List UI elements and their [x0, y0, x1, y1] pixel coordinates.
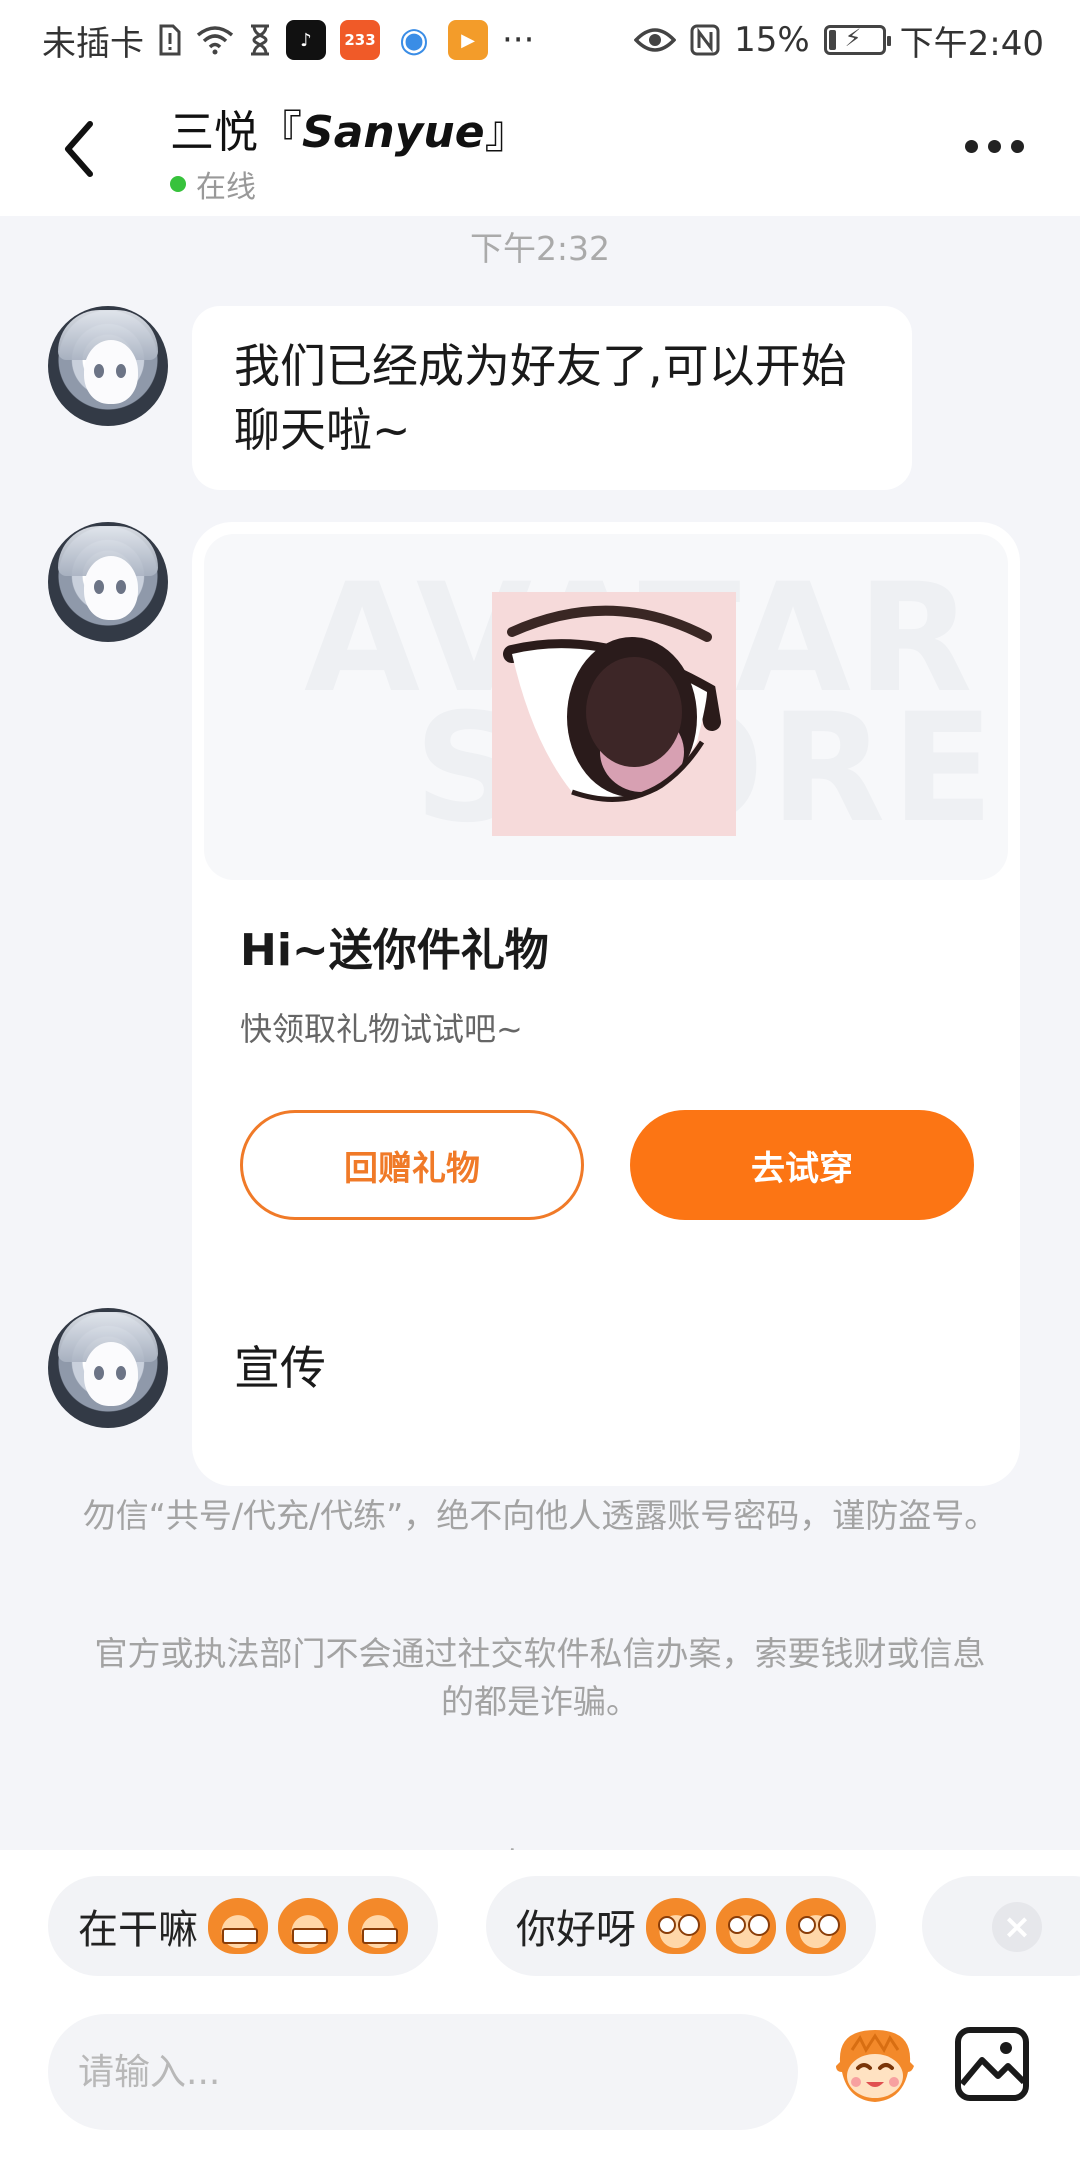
contact-name: 三悦『Sanyue』	[170, 96, 529, 160]
return-gift-button[interactable]: 回赠礼物	[240, 1110, 584, 1220]
more-dot-icon	[988, 140, 1001, 153]
surprised-monkey-emoji-icon	[786, 1898, 846, 1954]
gift-card-title: Hi~送你件礼物	[240, 925, 549, 976]
status-bar: 未插卡 ♪ 233 ◉ ▶ ··· 15% ⚡ 下午2:40	[0, 0, 1080, 80]
more-dot-icon	[1011, 140, 1024, 153]
gift-card-subtitle: 快领取礼物试试吧~	[240, 1010, 523, 1048]
grinning-monkey-emoji-icon	[348, 1898, 408, 1954]
quick-reply-bar: 在干嘛 你好呀 ×	[0, 1850, 1080, 1980]
message-bubble[interactable]: 宣传	[192, 1308, 368, 1428]
image-picker-icon[interactable]	[954, 2026, 1030, 2102]
input-bar	[0, 1980, 1080, 2160]
chat-area[interactable]: 下午2:32 我们已经成为好友了,可以开始聊天啦~ AVATAR STORE	[0, 216, 1080, 1850]
online-status-label: 在线	[196, 170, 256, 205]
message-timestamp: 下午2:40	[0, 1838, 1080, 1850]
contact-avatar[interactable]	[48, 306, 168, 426]
quick-reply-chip[interactable]: 在干嘛	[48, 1876, 438, 1976]
grinning-monkey-emoji-icon	[278, 1898, 338, 1954]
more-dot-icon	[965, 140, 978, 153]
overflow-notifications: ···	[502, 20, 535, 60]
carrier-text: 未插卡	[42, 23, 144, 64]
back-button[interactable]	[56, 116, 110, 182]
video-app-icon: ▶	[448, 20, 488, 60]
battery-icon: ⚡	[823, 24, 891, 55]
surprised-monkey-emoji-icon	[716, 1898, 776, 1954]
sim-alert-icon	[159, 24, 181, 56]
nfc-icon	[690, 24, 720, 56]
close-quick-replies-icon[interactable]: ×	[992, 1902, 1042, 1952]
wifi-icon	[196, 26, 234, 55]
tiktok-icon: ♪	[286, 20, 326, 60]
battery-percent: 15%	[734, 20, 810, 60]
message-timestamp: 下午2:32	[469, 229, 611, 268]
quick-reply-text: 你好呀	[516, 1907, 636, 1953]
emoji-picker-icon[interactable]	[830, 2020, 920, 2110]
quick-reply-chip[interactable]: 你好呀	[486, 1876, 876, 1976]
message-bubble[interactable]: 我们已经成为好友了,可以开始聊天啦~	[192, 306, 912, 490]
surprised-monkey-emoji-icon	[646, 1898, 706, 1954]
status-bar-right: 15% ⚡ 下午2:40	[634, 16, 1044, 65]
gift-preview: AVATAR STORE	[204, 534, 1008, 880]
try-on-button[interactable]: 去试穿	[630, 1110, 974, 1220]
233-app-icon: 233	[340, 20, 380, 60]
quick-reply-text: 在干嘛	[78, 1907, 198, 1953]
contact-avatar[interactable]	[48, 1308, 168, 1428]
gift-eye-image	[492, 592, 736, 836]
security-notice: 勿信“共号/代充/代练”，绝不向他人透露账号密码，谨防盗号。	[82, 1496, 998, 1535]
eye-comfort-icon	[634, 28, 677, 52]
contact-avatar[interactable]	[48, 522, 168, 642]
grinning-monkey-emoji-icon	[208, 1898, 268, 1954]
fraud-notice: 官方或执法部门不会通过社交软件私信办案，索要钱财或信息的都是诈骗。	[94, 1634, 986, 1721]
status-bar-left: 未插卡 ♪ 233 ◉ ▶ ···	[42, 16, 534, 65]
contact-name-end: 』	[484, 107, 529, 158]
online-dot-icon	[170, 176, 186, 192]
hourglass-icon	[251, 24, 269, 56]
more-options-button[interactable]	[965, 130, 1024, 163]
contact-name-cjk: 三悦『	[170, 107, 302, 158]
clock: 下午2:40	[899, 23, 1044, 64]
browser-icon: ◉	[394, 20, 434, 60]
chat-header: 三悦『Sanyue』 在线	[0, 80, 1080, 216]
message-input[interactable]	[48, 2014, 798, 2130]
contact-name-latin: Sanyue	[302, 107, 485, 158]
online-status: 在线	[170, 162, 256, 206]
